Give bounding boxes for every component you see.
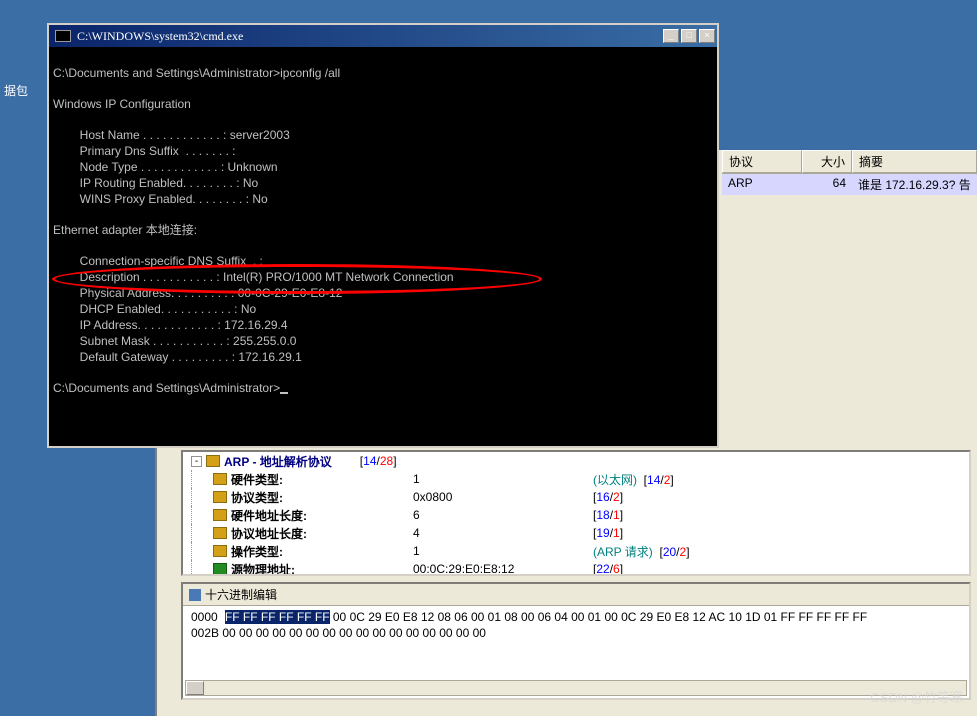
- tree-proto-type[interactable]: 协议类型: 0x0800 [16/2]: [183, 488, 969, 506]
- field-icon: [213, 527, 227, 539]
- cmd-cursor: [280, 392, 288, 394]
- hex-content[interactable]: 0000 FF FF FF FF FF FF 00 0C 29 E0 E8 12…: [183, 606, 969, 646]
- cmd-output[interactable]: C:\Documents and Settings\Administrator>…: [49, 47, 717, 446]
- watermark: CSDN @竹等寒: [870, 687, 963, 706]
- protocol-tree: - ARP - 地址解析协议 [14/28] 硬件类型: 1 (以太网) [14…: [181, 450, 971, 576]
- protocol-icon: [206, 455, 220, 467]
- field-icon: [213, 509, 227, 521]
- packet-proto: ARP: [722, 174, 802, 195]
- cmd-title: C:\WINDOWS\system32\cmd.exe: [75, 29, 663, 44]
- arp-label: ARP - 地址解析协议: [224, 453, 332, 470]
- hex-icon: [189, 589, 201, 601]
- field-icon: [213, 491, 227, 503]
- field-icon: [213, 473, 227, 485]
- tree-src-hw[interactable]: 源物理地址: 00:0C:29:E0:E8:12 [22/6]: [183, 560, 969, 576]
- desktop-icon-label[interactable]: 据包: [4, 82, 28, 99]
- packet-row[interactable]: ARP 64 谁是 172.16.29.3? 告: [722, 174, 977, 195]
- cmd-icon: [55, 30, 71, 42]
- tree-hw-len[interactable]: 硬件地址长度: 6 [18/1]: [183, 506, 969, 524]
- tree-hw-type[interactable]: 硬件类型: 1 (以太网) [14/2]: [183, 470, 969, 488]
- field-icon: [213, 563, 227, 575]
- packet-len: 64: [802, 174, 852, 195]
- maximize-button[interactable]: □: [681, 29, 697, 43]
- col-length[interactable]: 大小: [802, 150, 852, 173]
- hex-editor: 十六进制编辑 0000 FF FF FF FF FF FF 00 0C 29 E…: [181, 582, 971, 700]
- col-info[interactable]: 摘要: [852, 150, 977, 173]
- scroll-thumb[interactable]: [186, 681, 204, 695]
- field-icon: [213, 545, 227, 557]
- tree-arp-header[interactable]: - ARP - 地址解析协议 [14/28]: [183, 452, 969, 470]
- cmd-window: C:\WINDOWS\system32\cmd.exe _ □ × C:\Doc…: [47, 23, 719, 448]
- close-button[interactable]: ×: [699, 29, 715, 43]
- col-protocol[interactable]: 协议: [722, 150, 802, 173]
- tree-proto-len[interactable]: 协议地址长度: 4 [19/1]: [183, 524, 969, 542]
- hex-selection: FF FF FF FF FF FF: [225, 610, 330, 624]
- hex-scrollbar[interactable]: [185, 680, 967, 696]
- tree-collapse-icon[interactable]: -: [191, 456, 202, 467]
- packet-info: 谁是 172.16.29.3? 告: [852, 174, 977, 195]
- packet-table-header: 协议 大小 摘要: [722, 150, 977, 174]
- cmd-titlebar[interactable]: C:\WINDOWS\system32\cmd.exe _ □ ×: [49, 25, 717, 47]
- hex-tab[interactable]: 十六进制编辑: [183, 584, 969, 606]
- minimize-button[interactable]: _: [663, 29, 679, 43]
- tree-op-type[interactable]: 操作类型: 1 (ARP 请求) [20/2]: [183, 542, 969, 560]
